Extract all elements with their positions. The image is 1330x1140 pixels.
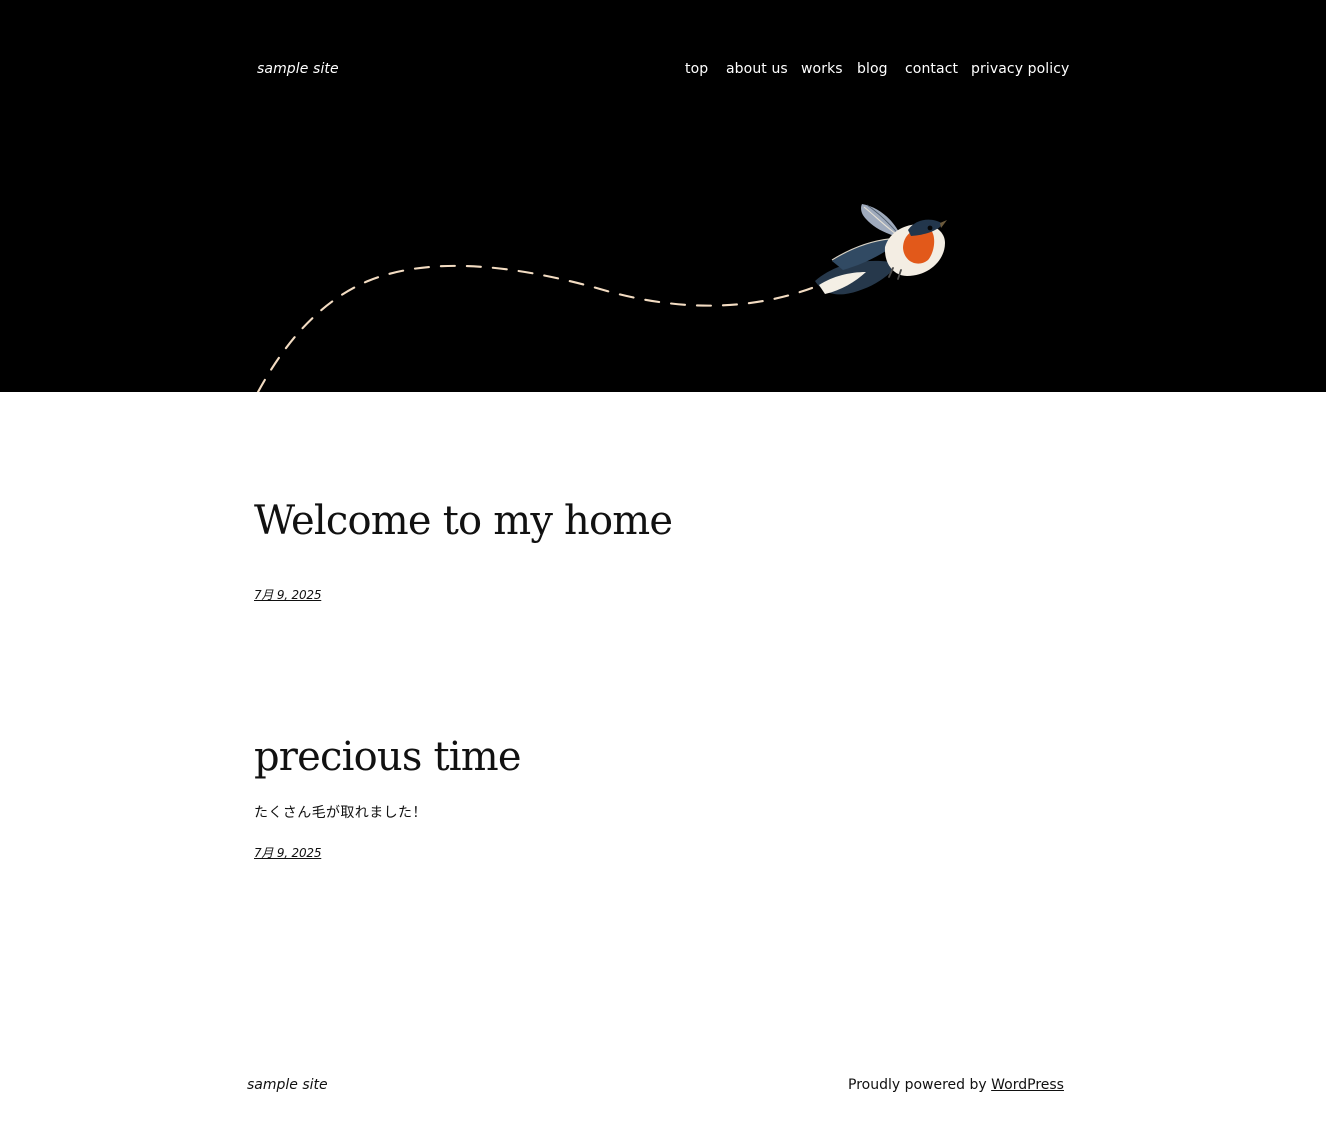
- post-title[interactable]: precious time: [254, 734, 522, 780]
- post-date[interactable]: 7月 9, 2025: [254, 844, 321, 861]
- footer-site-title[interactable]: sample site: [247, 1077, 328, 1093]
- wordpress-link[interactable]: WordPress: [991, 1077, 1064, 1093]
- post-title[interactable]: Welcome to my home: [254, 498, 673, 544]
- powered-by-text: Proudly powered by WordPress: [848, 1077, 1064, 1093]
- flying-bird-icon: [815, 204, 947, 295]
- powered-by-prefix: Proudly powered by: [848, 1077, 992, 1093]
- post-date[interactable]: 7月 9, 2025: [254, 586, 321, 603]
- post-excerpt: たくさん毛が取れました！: [254, 805, 427, 821]
- site-header: sample site top about us works blog cont…: [0, 0, 1326, 392]
- hero-illustration: [256, 204, 947, 392]
- dashed-flight-path: [256, 264, 814, 392]
